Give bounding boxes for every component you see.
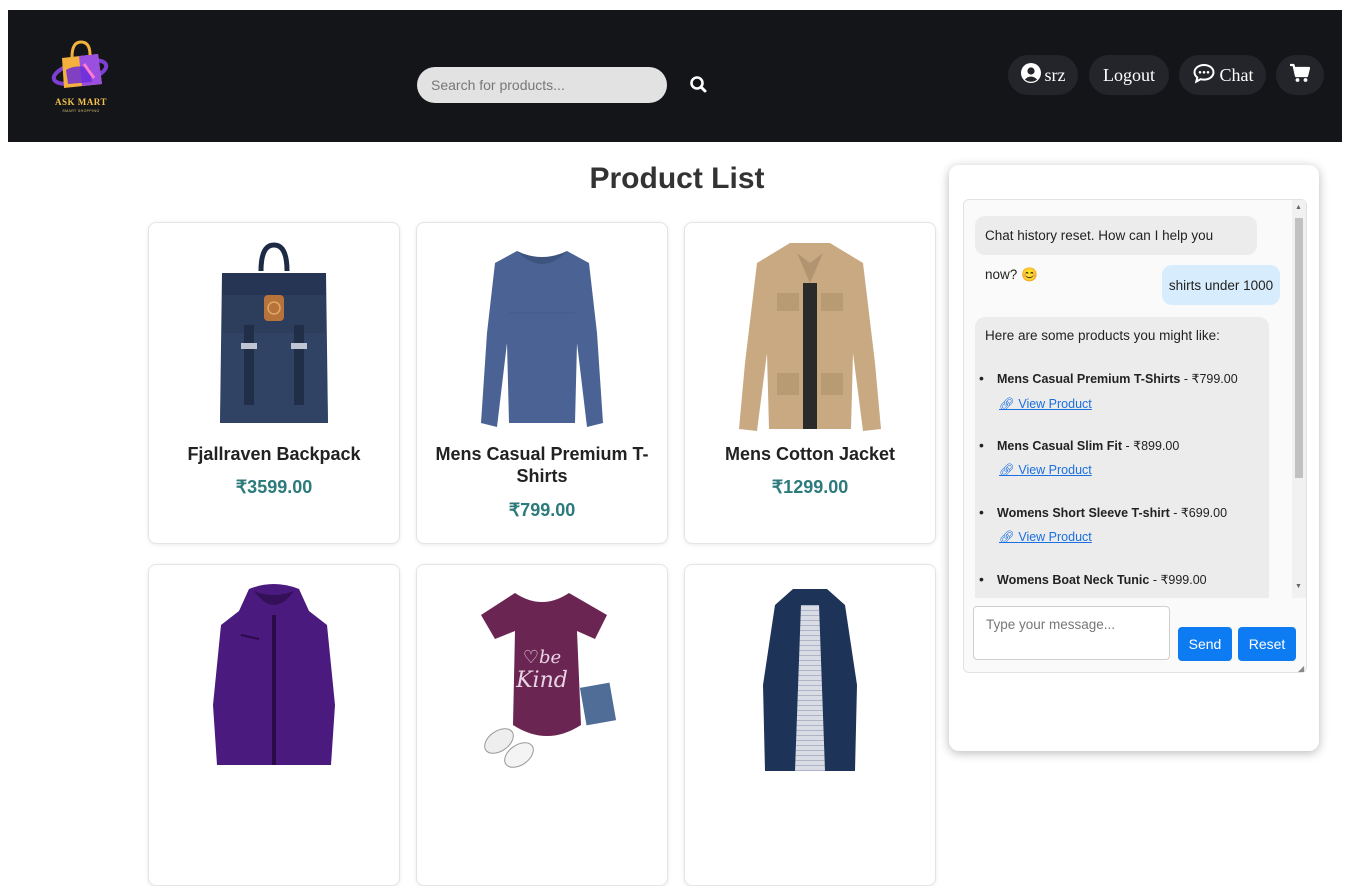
cart-button[interactable] xyxy=(1276,55,1324,95)
bot-message: Chat history reset. How can I help you n… xyxy=(975,216,1257,282)
suggestion-name: Womens Short Sleeve T-shirt xyxy=(997,506,1170,520)
search-icon[interactable] xyxy=(688,74,710,96)
logo-subtitle: SMART SHOPPING xyxy=(62,109,100,113)
product-image-backpack xyxy=(220,242,328,423)
view-product-label: View Product xyxy=(1018,397,1092,411)
chat-window: Chat history reset. How can I help you n… xyxy=(963,199,1307,673)
product-card[interactable]: Mens Cotton Jacket ₹1299.00 xyxy=(684,222,936,544)
send-button[interactable]: Send xyxy=(1178,627,1232,661)
view-product-link[interactable]: 🔗︎ View Product xyxy=(999,530,1092,545)
scroll-thumb[interactable] xyxy=(1295,218,1303,478)
logo-text: ASK MART xyxy=(55,97,107,107)
product-image-purple-tshirt: ♡be Kind xyxy=(481,593,617,768)
logout-button[interactable]: Logout xyxy=(1089,55,1169,95)
svg-text:♡be: ♡be xyxy=(523,647,561,668)
username-label: srz xyxy=(1044,64,1066,85)
link-icon: 🔗︎ xyxy=(999,397,1019,411)
product-card[interactable]: ♡be Kind xyxy=(416,564,668,886)
view-product-label: View Product xyxy=(1018,530,1092,544)
suggestion-item: Womens Boat Neck Tunic - ₹999.00 xyxy=(997,572,1207,587)
link-icon: 🔗︎ xyxy=(999,530,1019,544)
suggestion-price: - ₹699.00 xyxy=(1169,506,1228,520)
product-name: Mens Casual Premium T-Shirts xyxy=(435,444,649,486)
view-product-link[interactable]: 🔗︎ View Product xyxy=(999,463,1092,478)
list-bullet: • xyxy=(979,437,984,453)
view-product-link[interactable]: 🔗︎ View Product xyxy=(999,397,1092,412)
product-image-purple-jacket xyxy=(213,584,335,765)
svg-text:Kind: Kind xyxy=(515,668,568,693)
product-image-jacket xyxy=(739,243,881,431)
product-card[interactable] xyxy=(148,564,400,886)
user-message-text: shirts under 1000 xyxy=(1168,277,1274,293)
product-price: ₹3599.00 xyxy=(235,477,313,497)
product-card[interactable]: Mens Casual Premium T-Shirts ₹799.00 xyxy=(416,222,668,544)
scroll-down-arrow-icon[interactable]: ▼ xyxy=(1295,583,1302,590)
suggestion-item: Mens Casual Premium T-Shirts - ₹799.00 xyxy=(997,371,1238,386)
ask-mart-logo[interactable]: ASK MART SMART SHOPPING xyxy=(46,34,116,118)
resize-handle-icon[interactable]: ◢ xyxy=(1298,664,1304,673)
suggestion-name: Mens Casual Premium T-Shirts xyxy=(997,372,1181,386)
suggestion-price: - ₹799.00 xyxy=(1180,372,1238,386)
list-bullet: • xyxy=(979,571,984,587)
chat-scrollbar[interactable]: ▲ ▼ xyxy=(1292,200,1306,598)
cart-icon xyxy=(1289,62,1311,89)
list-bullet: • xyxy=(979,370,984,386)
link-icon: 🔗︎ xyxy=(999,463,1019,477)
list-bullet: • xyxy=(979,504,984,520)
chat-messages[interactable]: Chat history reset. How can I help you n… xyxy=(964,200,1292,598)
user-message: shirts under 1000 xyxy=(1162,265,1280,305)
view-product-label: View Product xyxy=(1018,463,1092,477)
user-icon xyxy=(1020,62,1041,88)
chat-button[interactable]: Chat xyxy=(1179,55,1266,95)
suggestion-price: - ₹899.00 xyxy=(1122,439,1180,453)
suggestion-item: Mens Casual Slim Fit - ₹899.00 xyxy=(997,438,1179,453)
navbar: ASK MART SMART SHOPPING srz Logout xyxy=(8,10,1342,142)
chat-panel: Chat history reset. How can I help you n… xyxy=(949,165,1319,751)
suggestion-price: - ₹999.00 xyxy=(1149,573,1207,587)
product-price: ₹1299.00 xyxy=(771,477,849,497)
search-input[interactable] xyxy=(417,67,667,103)
reset-button[interactable]: Reset xyxy=(1238,627,1296,661)
product-card[interactable]: Fjallraven Backpack ₹3599.00 xyxy=(148,222,400,544)
top-strip xyxy=(0,0,1350,10)
suggestion-name: Womens Boat Neck Tunic xyxy=(997,573,1150,587)
product-name: Mens Cotton Jacket xyxy=(724,444,896,464)
product-card[interactable] xyxy=(684,564,936,886)
suggestion-name: Mens Casual Slim Fit xyxy=(997,439,1123,453)
chat-message-input[interactable] xyxy=(973,606,1170,660)
user-button[interactable]: srz xyxy=(1008,55,1078,95)
product-price: ₹799.00 xyxy=(508,500,576,520)
suggestion-item: Womens Short Sleeve T-shirt - ₹699.00 xyxy=(997,505,1227,520)
product-name: Fjallraven Backpack xyxy=(187,444,361,464)
chat-bubble-icon xyxy=(1192,62,1216,89)
logout-label: Logout xyxy=(1103,64,1155,85)
scroll-up-arrow-icon[interactable]: ▲ xyxy=(1295,204,1302,211)
product-image-navy-coat xyxy=(763,589,857,771)
product-image-tshirt xyxy=(481,251,603,427)
bot-message-suggestions: Here are some products you might like: •… xyxy=(975,317,1269,598)
bot-intro-text: Here are some products you might like: xyxy=(985,328,1220,343)
chat-label: Chat xyxy=(1219,64,1254,85)
shopping-bag-logo-icon xyxy=(51,40,109,88)
